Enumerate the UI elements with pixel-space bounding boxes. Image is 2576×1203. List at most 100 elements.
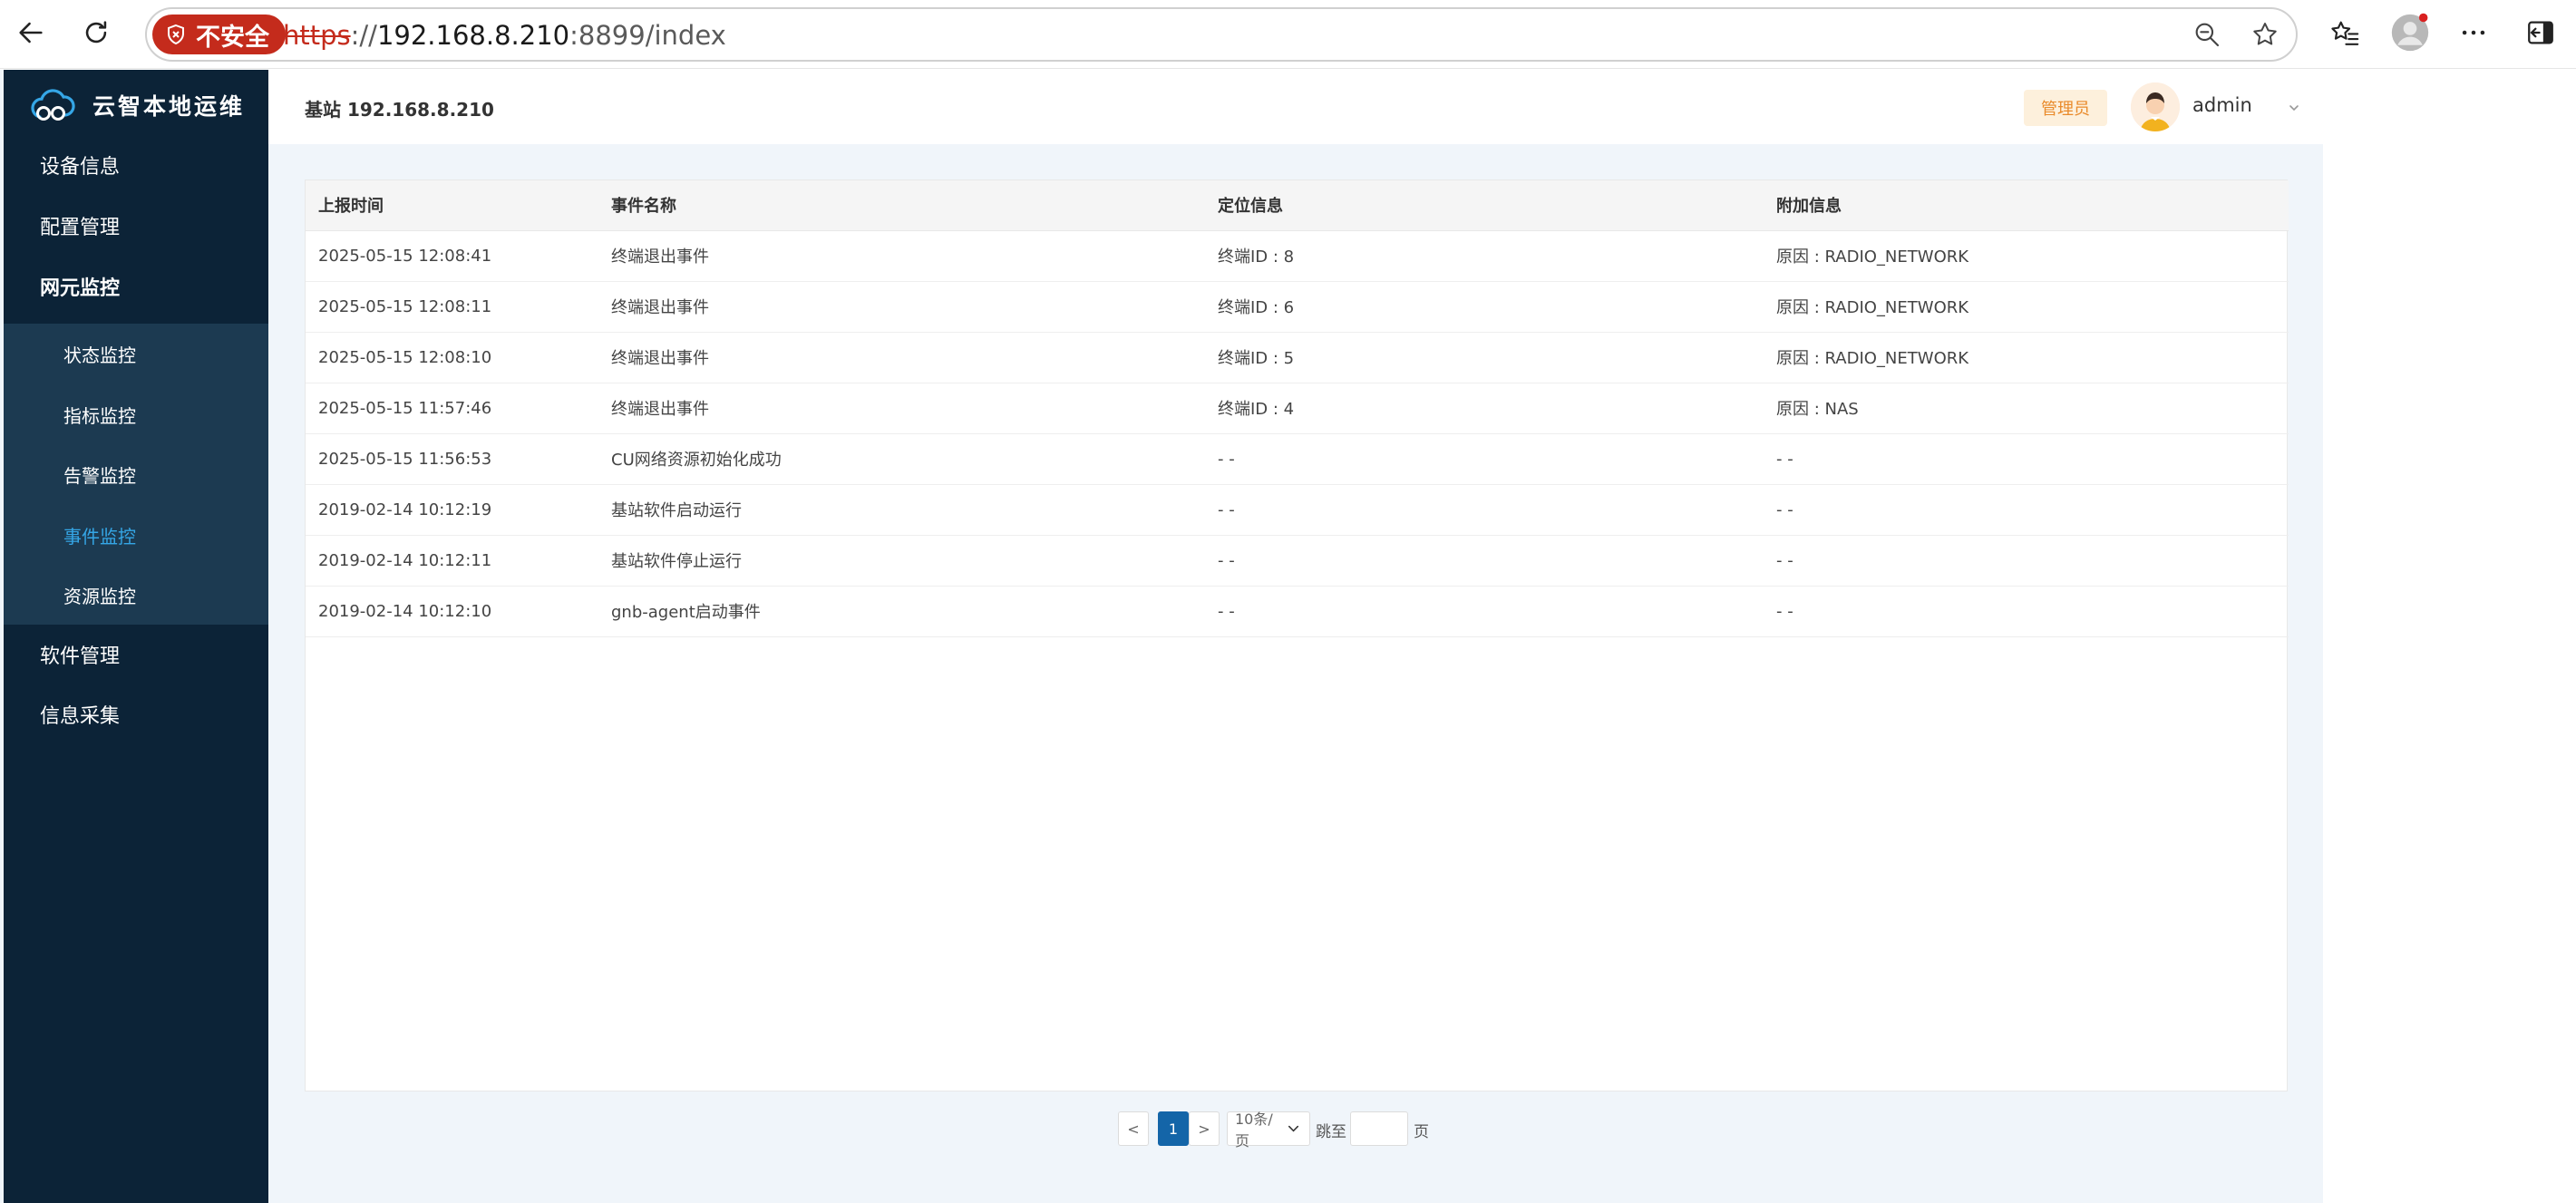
cell-location: - - bbox=[1205, 535, 1764, 587]
profile-icon bbox=[2391, 13, 2429, 52]
more-dots-icon bbox=[2462, 30, 2485, 35]
chevron-down-icon bbox=[1288, 1125, 1299, 1132]
back-button[interactable] bbox=[11, 13, 51, 53]
sidebar-item-ne-monitor[interactable]: 网元监控 bbox=[4, 257, 268, 316]
cell-event-name: CU网络资源初始化成功 bbox=[598, 433, 1205, 485]
cell-location: - - bbox=[1205, 433, 1764, 485]
sidebar-subitem-label: 资源监控 bbox=[63, 585, 136, 607]
sidebar-item-collection[interactable]: 信息采集 bbox=[4, 684, 268, 744]
app-name: 云智本地运维 bbox=[92, 93, 246, 120]
cell-extra: 原因 : NAS bbox=[1764, 383, 2289, 434]
user-name[interactable]: admin bbox=[2192, 94, 2252, 116]
back-arrow-icon bbox=[19, 22, 43, 44]
table-row: 2025-05-15 11:56:53 CU网络资源初始化成功 - - - - bbox=[306, 433, 2289, 485]
sidebar-subitem-alarms[interactable]: 告警监控 bbox=[4, 444, 268, 504]
url-host: 192.168.8.210 bbox=[376, 20, 570, 51]
address-bar[interactable]: 不安全 https://192.168.8.210:8899/index bbox=[145, 7, 2298, 62]
sidebar-subitem-resources[interactable]: 资源监控 bbox=[4, 565, 268, 625]
prev-page-button[interactable]: < bbox=[1118, 1111, 1149, 1146]
cell-event-name: 终端退出事件 bbox=[598, 332, 1205, 383]
star-icon bbox=[2253, 23, 2277, 45]
cell-extra: 原因 : RADIO_NETWORK bbox=[1764, 332, 2289, 383]
cell-report-time: 2025-05-15 12:08:11 bbox=[306, 281, 598, 333]
table-row: 2025-05-15 11:57:46 终端退出事件 终端ID : 4 原因 :… bbox=[306, 383, 2289, 434]
jump-label: 跳至 bbox=[1316, 1123, 1346, 1141]
cell-event-name: 终端退出事件 bbox=[598, 281, 1205, 333]
jump-page-input[interactable] bbox=[1350, 1111, 1408, 1146]
cell-report-time: 2025-05-15 11:57:46 bbox=[306, 383, 598, 434]
favorites-button[interactable] bbox=[2325, 13, 2365, 53]
sidebar-subitem-label: 状态监控 bbox=[63, 344, 136, 366]
sidebar-item-software[interactable]: 软件管理 bbox=[4, 625, 268, 684]
table-header-row: 上报时间 事件名称 定位信息 附加信息 bbox=[306, 180, 2289, 231]
avatar[interactable] bbox=[2131, 82, 2180, 131]
table-row: 2019-02-14 10:12:19 基站软件启动运行 - - - - bbox=[306, 484, 2289, 536]
user-avatar-icon bbox=[2131, 82, 2180, 131]
url-rest: :8899/index bbox=[569, 20, 726, 51]
zoom-button[interactable] bbox=[2189, 16, 2225, 53]
sidebar: 云智本地运维 设备信息 配置管理 网元监控 状态监控 指标监控 告警监控 事件监… bbox=[4, 70, 268, 1203]
zoom-out-icon bbox=[2195, 23, 2220, 47]
sidebar-item-device-info[interactable]: 设备信息 bbox=[4, 135, 268, 195]
event-table-card: 上报时间 事件名称 定位信息 附加信息 2025-05-15 12:08:41 … bbox=[305, 179, 2289, 1091]
page-size-value: 10条/页 bbox=[1235, 1111, 1273, 1150]
sidebar-subitem-status[interactable]: 状态监控 bbox=[4, 324, 268, 383]
chevron-down-icon bbox=[2289, 105, 2299, 112]
url-protocol: https bbox=[283, 20, 351, 51]
sidebar-item-label: 配置管理 bbox=[40, 217, 121, 239]
sidebar-subitem-events[interactable]: 事件监控 bbox=[4, 505, 268, 565]
table-row: 2019-02-14 10:12:10 gnb-agent启动事件 - - - … bbox=[306, 586, 2289, 637]
next-page-button[interactable]: > bbox=[1189, 1111, 1220, 1146]
cell-location: 终端ID : 6 bbox=[1205, 281, 1764, 333]
column-header: 事件名称 bbox=[598, 180, 1205, 231]
column-header: 上报时间 bbox=[306, 180, 598, 231]
page-number-button[interactable]: 1 bbox=[1158, 1111, 1189, 1146]
user-menu-toggle[interactable] bbox=[2283, 97, 2305, 119]
cell-location: - - bbox=[1205, 484, 1764, 536]
app-root: 云智本地运维 设备信息 配置管理 网元监控 状态监控 指标监控 告警监控 事件监… bbox=[0, 70, 2323, 1203]
cell-report-time: 2025-05-15 11:56:53 bbox=[306, 433, 598, 485]
cell-location: 终端ID : 5 bbox=[1205, 332, 1764, 383]
cell-extra: - - bbox=[1764, 535, 2289, 587]
favorite-button[interactable] bbox=[2247, 16, 2283, 53]
sidebar-subitem-label: 指标监控 bbox=[63, 404, 136, 427]
sidebar-item-label: 软件管理 bbox=[40, 645, 121, 668]
column-header: 附加信息 bbox=[1764, 180, 2289, 231]
url-text[interactable]: https://192.168.8.210:8899/index bbox=[283, 20, 726, 51]
table-row: 2025-05-15 12:08:41 终端退出事件 终端ID : 8 原因 :… bbox=[306, 230, 2289, 282]
sidebar-item-config[interactable]: 配置管理 bbox=[4, 196, 268, 256]
cell-location: - - bbox=[1205, 586, 1764, 637]
cell-extra: - - bbox=[1764, 586, 2289, 637]
cell-report-time: 2025-05-15 12:08:41 bbox=[306, 230, 598, 282]
not-secure-badge[interactable]: 不安全 bbox=[152, 15, 286, 54]
not-secure-label: 不安全 bbox=[196, 23, 269, 52]
table-row: 2025-05-15 12:08:10 终端退出事件 终端ID : 5 原因 :… bbox=[306, 332, 2289, 383]
cell-report-time: 2019-02-14 10:12:10 bbox=[306, 586, 598, 637]
table-row: 2025-05-15 12:08:11 终端退出事件 终端ID : 6 原因 :… bbox=[306, 281, 2289, 333]
profile-button[interactable] bbox=[2390, 13, 2430, 53]
app-logo[interactable]: 云智本地运维 bbox=[27, 82, 245, 128]
page-size-select[interactable]: 10条/页 bbox=[1227, 1111, 1310, 1150]
event-table: 上报时间 事件名称 定位信息 附加信息 2025-05-15 12:08:41 … bbox=[306, 180, 2289, 637]
top-header: 基站 192.168.8.210 管理员 admin bbox=[268, 70, 2323, 144]
cell-extra: - - bbox=[1764, 484, 2289, 536]
cell-report-time: 2019-02-14 10:12:11 bbox=[306, 535, 598, 587]
sidebar-toggle-button[interactable] bbox=[2521, 13, 2561, 53]
cell-event-name: 基站软件停止运行 bbox=[598, 535, 1205, 587]
cell-event-name: 终端退出事件 bbox=[598, 230, 1205, 282]
cell-extra: - - bbox=[1764, 433, 2289, 485]
shield-warning-icon bbox=[168, 24, 184, 45]
column-header: 定位信息 bbox=[1205, 180, 1764, 231]
reload-button[interactable] bbox=[76, 13, 116, 53]
sidebar-panel-icon bbox=[2528, 21, 2553, 44]
page-suffix-label: 页 bbox=[1414, 1123, 1429, 1141]
cell-report-time: 2019-02-14 10:12:19 bbox=[306, 484, 598, 536]
reload-icon bbox=[85, 21, 107, 44]
favorites-list-icon bbox=[2331, 21, 2359, 45]
sidebar-subitem-label: 告警监控 bbox=[63, 464, 136, 487]
cell-report-time: 2025-05-15 12:08:10 bbox=[306, 332, 598, 383]
cell-location: 终端ID : 8 bbox=[1205, 230, 1764, 282]
more-button[interactable] bbox=[2454, 13, 2493, 53]
cell-extra: 原因 : RADIO_NETWORK bbox=[1764, 281, 2289, 333]
sidebar-subitem-metrics[interactable]: 指标监控 bbox=[4, 384, 268, 444]
